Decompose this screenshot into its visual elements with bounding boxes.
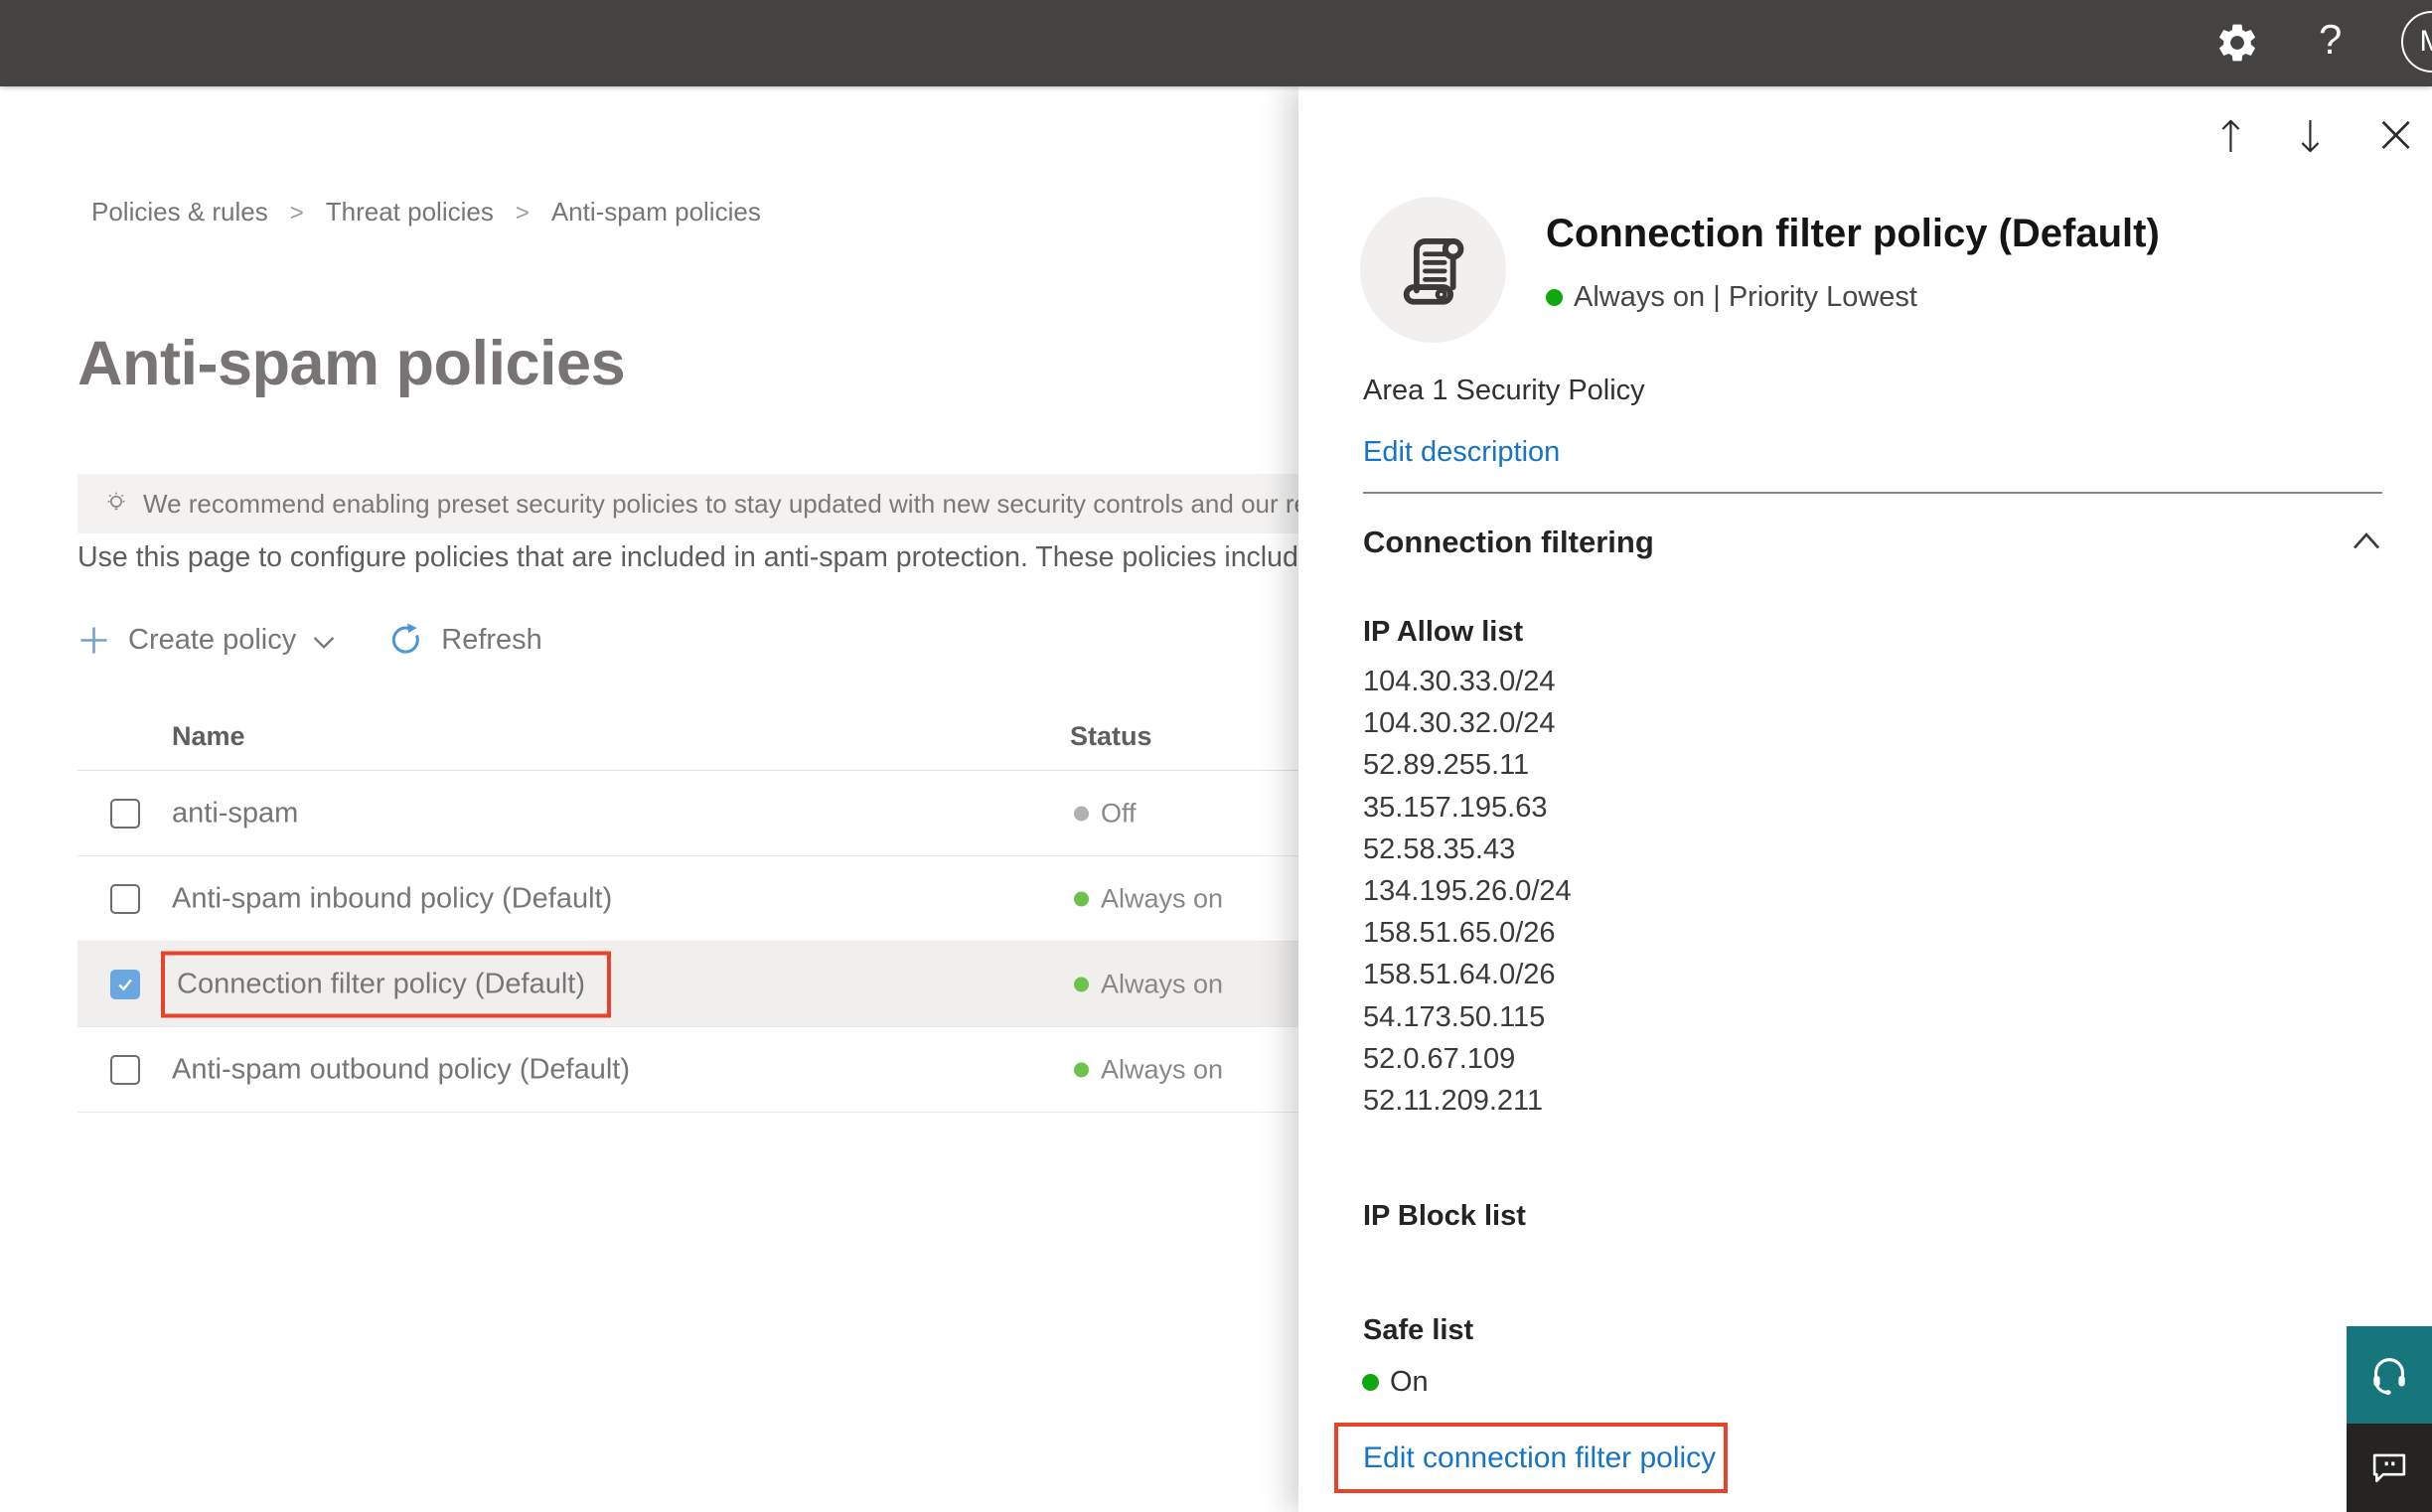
ip-allow-list: 104.30.33.0/24 104.30.32.0/24 52.89.255.… [1363,661,1572,1122]
status-dot-on [1074,977,1089,991]
lightbulb-icon [107,492,125,511]
ip-entry: 52.11.209.211 [1363,1085,1544,1118]
ip-entry: 104.30.33.0/24 [1363,666,1556,697]
settings-gear-icon[interactable] [2214,20,2260,66]
close-icon[interactable]: × [2373,102,2418,165]
create-policy-label: Create policy [128,623,297,656]
top-app-bar: ? M [0,0,2432,86]
policy-name: anti-spam [172,797,299,829]
status-dot-green [1362,1374,1379,1391]
ip-block-list-title: IP Block list [1363,1200,1526,1232]
edit-connection-filter-policy-link[interactable]: Edit connection filter policy [1363,1441,1716,1475]
account-avatar[interactable]: M [2401,11,2432,73]
safe-list-status: On [1362,1366,1429,1399]
banner-text: We recommend enabling preset security po… [143,488,1394,519]
previous-item-arrow-icon[interactable]: ↑ [2212,112,2249,163]
ip-entry: 134.195.26.0/24 [1363,875,1572,908]
status-dot-on [1074,1062,1089,1077]
safe-list-status-text: On [1390,1366,1429,1398]
status-label: Always on [1101,883,1224,913]
safe-list-title: Safe list [1363,1314,1474,1346]
checkmark-icon [118,979,132,991]
next-item-arrow-icon[interactable]: ↓ [2292,112,2329,163]
app-window: ? M Policies & rules > Threat policies > Ant… [0,0,2432,1512]
column-header-status[interactable]: Status [1070,721,1152,752]
ip-entry: 104.30.32.0/24 [1363,707,1556,740]
row-checkbox[interactable] [110,1055,140,1085]
section-connection-filtering: Connection filtering [1363,525,1654,559]
refresh-label: Refresh [441,623,542,656]
ip-entry: 35.157.195.63 [1363,791,1548,824]
row-checkbox-checked[interactable] [110,970,140,999]
row-checkbox[interactable] [110,884,140,914]
command-bar: Create policy Refresh [77,612,542,668]
headset-icon [2373,1358,2405,1396]
status-dot-off [1074,806,1089,821]
breadcrumb-threat-policies[interactable]: Threat policies [326,197,494,227]
feedback-button[interactable] [2347,1424,2432,1512]
breadcrumb: Policies & rules > Threat policies > Anti-sp… [91,197,761,227]
ip-allow-list-title: IP Allow list [1363,616,1524,648]
column-header-name[interactable]: Name [172,721,245,752]
policy-name-highlighted: Connection filter policy (Default) [161,951,612,1017]
policy-avatar [1360,197,1506,343]
status-label: Off [1101,798,1137,828]
breadcrumb-policies-rules[interactable]: Policies & rules [91,197,268,227]
status-label: Always on [1101,1054,1224,1084]
breadcrumb-separator: > [515,200,530,227]
edit-description-link[interactable]: Edit description [1363,436,1560,469]
flyout-status-text: Always on | Priority Lowest [1574,281,1917,313]
ip-entry: 52.58.35.43 [1363,832,1516,865]
policy-details-flyout: ↑ ↓ × Connection filter policy (Default)… [1298,86,2432,1512]
page-title: Anti-spam policies [77,329,626,398]
ip-entry: 52.0.67.109 [1363,1042,1516,1075]
status-label: Always on [1101,969,1224,998]
create-policy-button[interactable]: Create policy [77,624,336,657]
policy-description: Area 1 Security Policy [1363,375,1645,406]
ip-entry: 158.51.64.0/26 [1363,959,1556,991]
flyout-status: Always on | Priority Lowest [1546,281,1917,314]
support-button[interactable] [2347,1326,2432,1424]
ip-entry: 52.89.255.11 [1363,749,1530,782]
feedback-chat-icon [2372,1453,2406,1482]
edit-connection-filter-highlight-box: Edit connection filter policy [1334,1423,1728,1493]
ip-entry: 54.173.50.115 [1363,1000,1546,1033]
flyout-title: Connection filter policy (Default) [1546,212,2160,255]
refresh-button[interactable]: Refresh [387,622,542,658]
scroll-policy-icon [1403,237,1463,305]
plus-icon [80,626,107,654]
status-dot-on [1074,891,1089,906]
refresh-icon [392,623,420,654]
chevron-up-icon[interactable] [2352,529,2381,551]
policy-name: Anti-spam inbound policy (Default) [172,882,613,914]
chevron-down-icon [313,637,335,650]
ip-entry: 158.51.65.0/26 [1363,917,1556,950]
breadcrumb-separator: > [289,200,304,227]
policy-name: Anti-spam outbound policy (Default) [172,1053,631,1085]
row-checkbox[interactable] [110,799,140,829]
divider [1363,492,2382,494]
status-dot-green [1546,289,1563,306]
breadcrumb-anti-spam[interactable]: Anti-spam policies [551,197,761,227]
help-icon[interactable]: ? [2319,16,2342,64]
